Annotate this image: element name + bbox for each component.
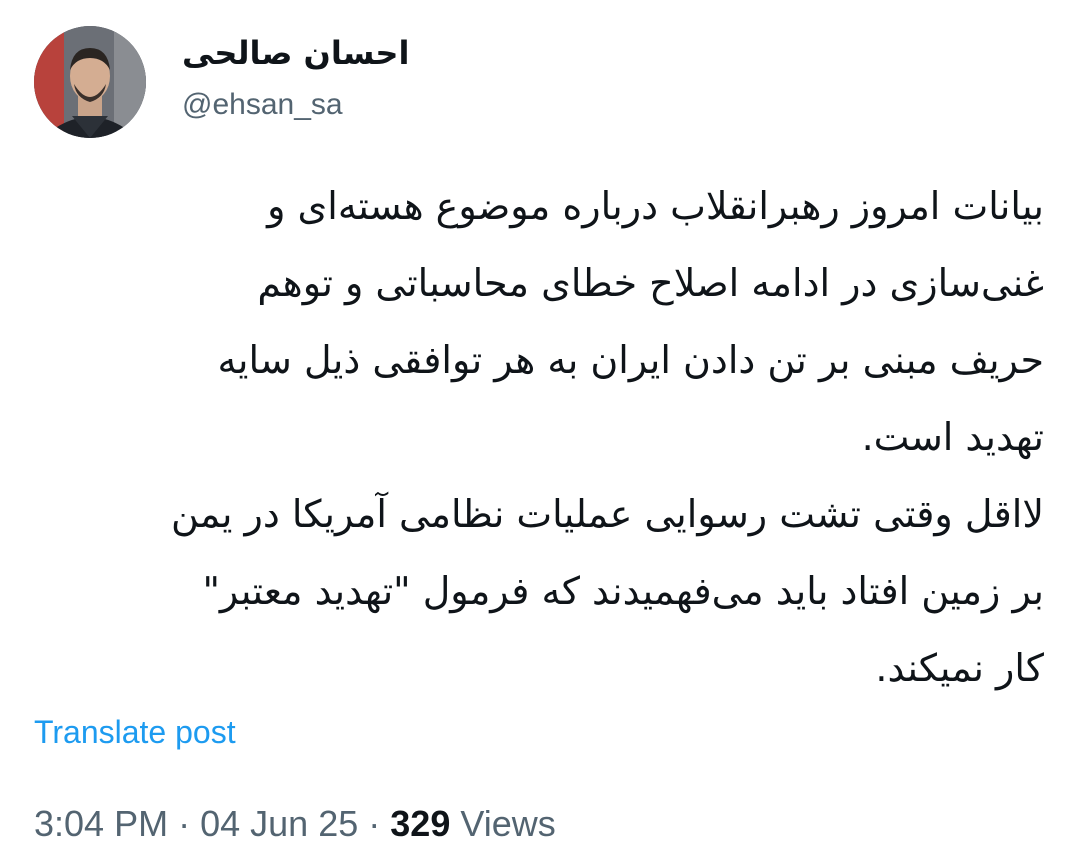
- author-display-name[interactable]: احسان صالحی: [182, 34, 409, 72]
- post-text: بیانات امروز رهبرانقلاب درباره موضوع هست…: [34, 168, 1044, 707]
- post-text-line: بیانات امروز رهبرانقلاب درباره موضوع هست…: [267, 184, 1044, 228]
- post-text-line: لااقل وقتی تشت رسوایی عملیات نظامی آمریک…: [170, 492, 1044, 536]
- post-text-line: تهدید است.: [861, 415, 1044, 459]
- meta-separator: ·: [368, 803, 381, 844]
- views-count[interactable]: 329: [390, 803, 450, 844]
- post-text-line: غنی‌سازی در ادامه اصلاح خطای محاسباتی و …: [257, 261, 1044, 305]
- translate-post-link[interactable]: Translate post: [34, 714, 236, 751]
- profile-photo-icon: [34, 26, 146, 138]
- post-text-line: کار نمیکند.: [875, 646, 1044, 690]
- post-text-line: حریف مبنی بر تن دادن ایران به هر توافقی …: [217, 338, 1044, 382]
- views-label: Views: [460, 803, 556, 844]
- author-handle[interactable]: @ehsan_sa: [182, 88, 343, 122]
- post-time[interactable]: 3:04 PM: [34, 803, 168, 844]
- post: احسان صالحی @ehsan_sa بیانات امروز رهبرا…: [0, 0, 1080, 863]
- post-text-line: بر زمین افتاد باید می‌فهمیدند که فرمول "…: [202, 569, 1044, 613]
- meta-separator: ·: [178, 803, 191, 844]
- post-metadata: 3:04 PM · 04 Jun 25 · 329 Views: [34, 803, 556, 845]
- post-date[interactable]: 04 Jun 25: [200, 803, 358, 844]
- avatar[interactable]: [34, 26, 146, 138]
